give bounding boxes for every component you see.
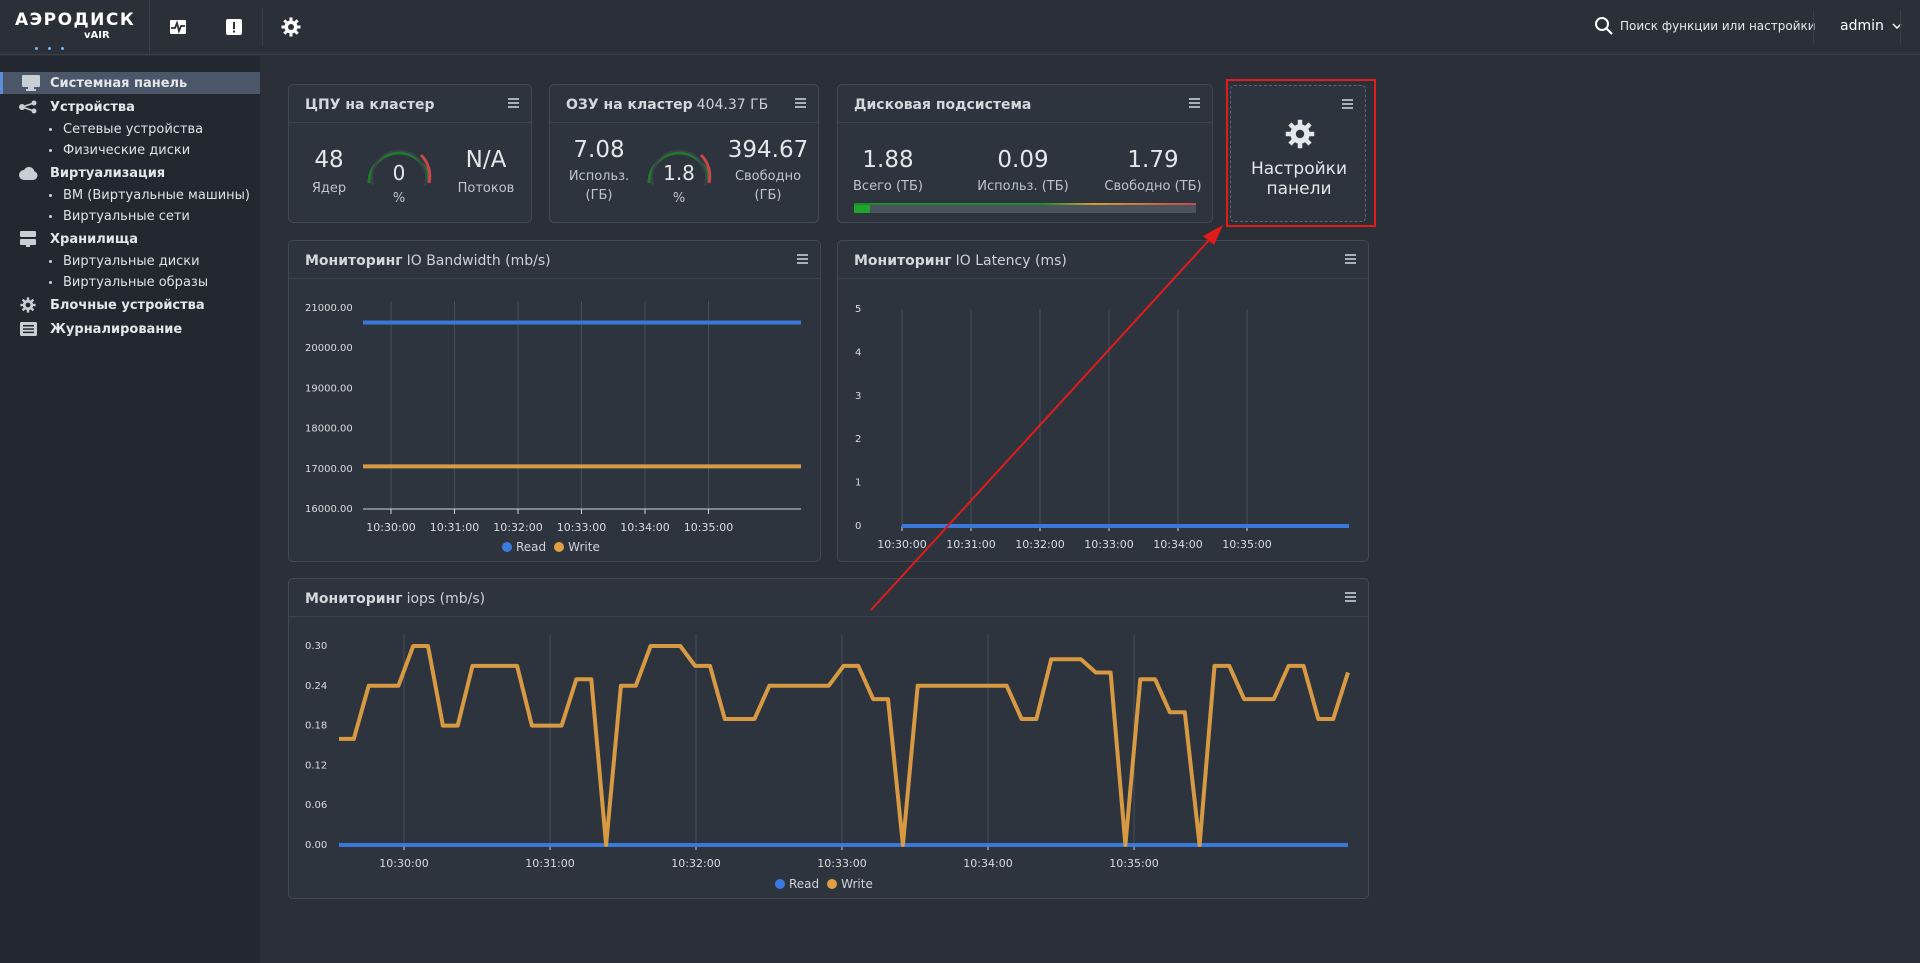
annotation-arrow [870,225,1223,611]
